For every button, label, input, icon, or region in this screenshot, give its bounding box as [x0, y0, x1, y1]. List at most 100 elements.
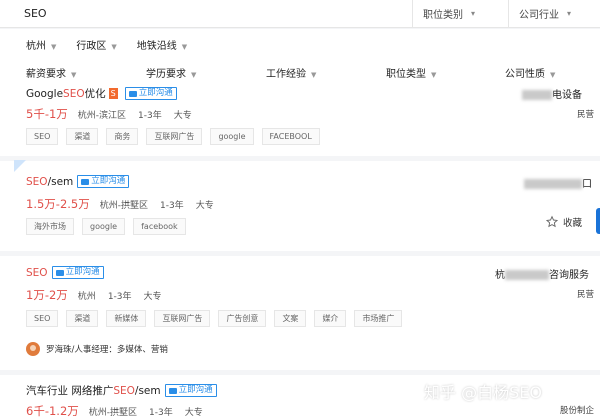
badge: S	[108, 88, 118, 99]
location: 杭州-拱墅区	[88, 407, 138, 417]
salary: 1.5万-2.5万	[26, 197, 90, 211]
chat-button[interactable]: 立即沟通	[77, 175, 130, 188]
search-bar: SEO 职位类别 ▾ 公司行业 ▾	[0, 0, 600, 28]
filter-city[interactable]: 杭州 ▼	[26, 37, 56, 52]
job-title[interactable]: SEO/sem 立即沟通	[26, 175, 130, 188]
location: 杭州-滨江区	[77, 110, 127, 121]
company-name[interactable]: 杭 咨询服务	[495, 266, 589, 281]
search-input[interactable]: SEO	[0, 0, 412, 28]
filter-salary-label: 薪资要求	[26, 69, 66, 80]
tag: 广告创意	[218, 310, 267, 327]
company-name-text: 电设备	[552, 90, 582, 101]
chevron-down-icon: ▼	[111, 43, 117, 51]
filter-job-type-label: 职位类型	[386, 69, 426, 80]
chat-icon	[55, 269, 64, 276]
tag: 渠道	[66, 128, 99, 145]
company-type: 股份制企	[559, 406, 594, 416]
job-card[interactable]: SEO/sem 立即沟通 1.5万-2.5万 杭州-拱墅区 1-3年 大专 海外…	[0, 161, 600, 251]
chevron-down-icon: ▼	[71, 71, 77, 79]
industry-select[interactable]: 公司行业 ▾	[508, 0, 600, 28]
tag: 文案	[274, 310, 307, 327]
tag: 新媒体	[106, 310, 147, 327]
apply-button-edge[interactable]	[596, 208, 600, 234]
chat-button-label: 立即沟通	[91, 176, 126, 186]
tag: FACEBOOL	[261, 128, 320, 145]
tag: 渠道	[66, 310, 99, 327]
chat-icon	[128, 90, 137, 97]
company-name[interactable]: 电设备	[522, 86, 582, 101]
filter-salary[interactable]: 薪资要求 ▼	[26, 65, 76, 80]
card-corner-flag	[14, 160, 26, 172]
job-title-keyword: SEO	[63, 87, 85, 100]
filter-panel: 杭州 ▼ 行政区 ▼ 地铁沿线 ▼ 薪资要求 ▼ 学历要求 ▼ 工作经验 ▼ 职位类型 ▼ 公…	[0, 29, 600, 87]
filter-city-label: 杭州	[26, 41, 46, 52]
filter-district[interactable]: 行政区 ▼	[76, 37, 116, 52]
job-title[interactable]: Google SEO 优化 S 立即沟通	[26, 86, 177, 101]
tag: SEO	[26, 310, 59, 327]
tag: google	[210, 128, 254, 145]
location: 杭州	[77, 291, 96, 302]
job-title-keyword: SEO	[113, 384, 135, 397]
job-title-text: /sem	[134, 384, 161, 397]
education: 大专	[173, 110, 192, 121]
chat-button[interactable]: 立即沟通	[124, 87, 177, 100]
location: 杭州-拱墅区	[99, 200, 148, 211]
filter-company-type[interactable]: 公司性质 ▼	[505, 65, 555, 80]
experience: 1-3年	[138, 110, 162, 121]
job-card[interactable]: Google SEO 优化 S 立即沟通 5千-1万 杭州-滨江区 1-3年 大…	[0, 86, 600, 156]
filter-education[interactable]: 学历要求 ▼	[146, 65, 196, 80]
job-title-keyword: SEO	[26, 175, 48, 188]
tag: SEO	[26, 128, 59, 145]
job-title-text: Google	[26, 87, 64, 100]
company-name-text: 口	[582, 179, 592, 190]
experience: 1-3年	[149, 407, 173, 417]
job-title-keyword: SEO	[26, 266, 48, 279]
filter-company-type-label: 公司性质	[505, 69, 545, 80]
filter-experience[interactable]: 工作经验 ▼	[266, 65, 316, 80]
tag: 媒介	[314, 310, 347, 327]
chevron-down-icon: ▼	[181, 43, 188, 51]
tag-list: SEO 渠道 新媒体 互联网广告 广告创意 文案 媒介 市场推广	[26, 310, 410, 327]
filter-job-type[interactable]: 职位类型 ▼	[386, 65, 436, 80]
job-title[interactable]: 汽车行业 网络推广 SEO/sem 立即沟通	[26, 383, 217, 398]
chat-icon	[81, 178, 90, 185]
filter-experience-label: 工作经验	[266, 69, 306, 80]
salary: 1万-2万	[26, 288, 68, 302]
favorite-label: 收藏	[563, 218, 583, 229]
tag: 互联网广告	[154, 310, 211, 327]
job-title-text: /sem	[47, 175, 74, 188]
job-title[interactable]: SEO 立即沟通	[26, 266, 104, 279]
tag: 互联网广告	[146, 128, 203, 145]
tag: 海外市场	[26, 218, 74, 235]
category-select[interactable]: 职位类别 ▾	[412, 0, 508, 28]
chevron-down-icon: ▼	[191, 71, 197, 79]
industry-select-label: 公司行业	[519, 10, 559, 21]
favorite-button[interactable]: 收藏	[545, 215, 582, 229]
search-query: SEO	[24, 7, 47, 20]
job-title-text: 汽车行业 网络推广	[26, 385, 114, 397]
watermark: 知乎 @白杨SEO	[424, 383, 542, 402]
chevron-down-icon: ▼	[51, 43, 57, 51]
recruiter-info[interactable]: 罗海珠/人事经理：多媒体、营销	[26, 342, 168, 356]
filter-district-label: 行政区	[76, 41, 107, 52]
chevron-down-icon: ▾	[567, 9, 572, 18]
recruiter-text: 罗海珠/人事经理：多媒体、营销	[46, 345, 168, 355]
education: 大专	[143, 291, 162, 302]
avatar	[26, 342, 40, 356]
job-meta: 5千-1万 杭州-滨江区 1-3年 大专	[26, 106, 204, 122]
company-name[interactable]: 口	[524, 175, 592, 190]
company-name-text: 杭	[495, 270, 505, 281]
chat-button[interactable]: 立即沟通	[51, 266, 104, 279]
chevron-down-icon: ▾	[471, 9, 476, 18]
chat-button[interactable]: 立即沟通	[164, 384, 217, 397]
blurred-text	[522, 90, 552, 100]
filter-subway[interactable]: 地铁沿线 ▼	[137, 37, 187, 52]
job-title-text: 优化	[84, 88, 106, 100]
blurred-text	[505, 270, 549, 280]
tag: 商务	[106, 128, 139, 145]
company-type: 民营	[576, 290, 594, 300]
experience: 1-3年	[159, 200, 184, 211]
chat-button-label: 立即沟通	[65, 267, 100, 277]
chevron-down-icon: ▼	[311, 71, 317, 79]
tag: google	[82, 218, 126, 235]
